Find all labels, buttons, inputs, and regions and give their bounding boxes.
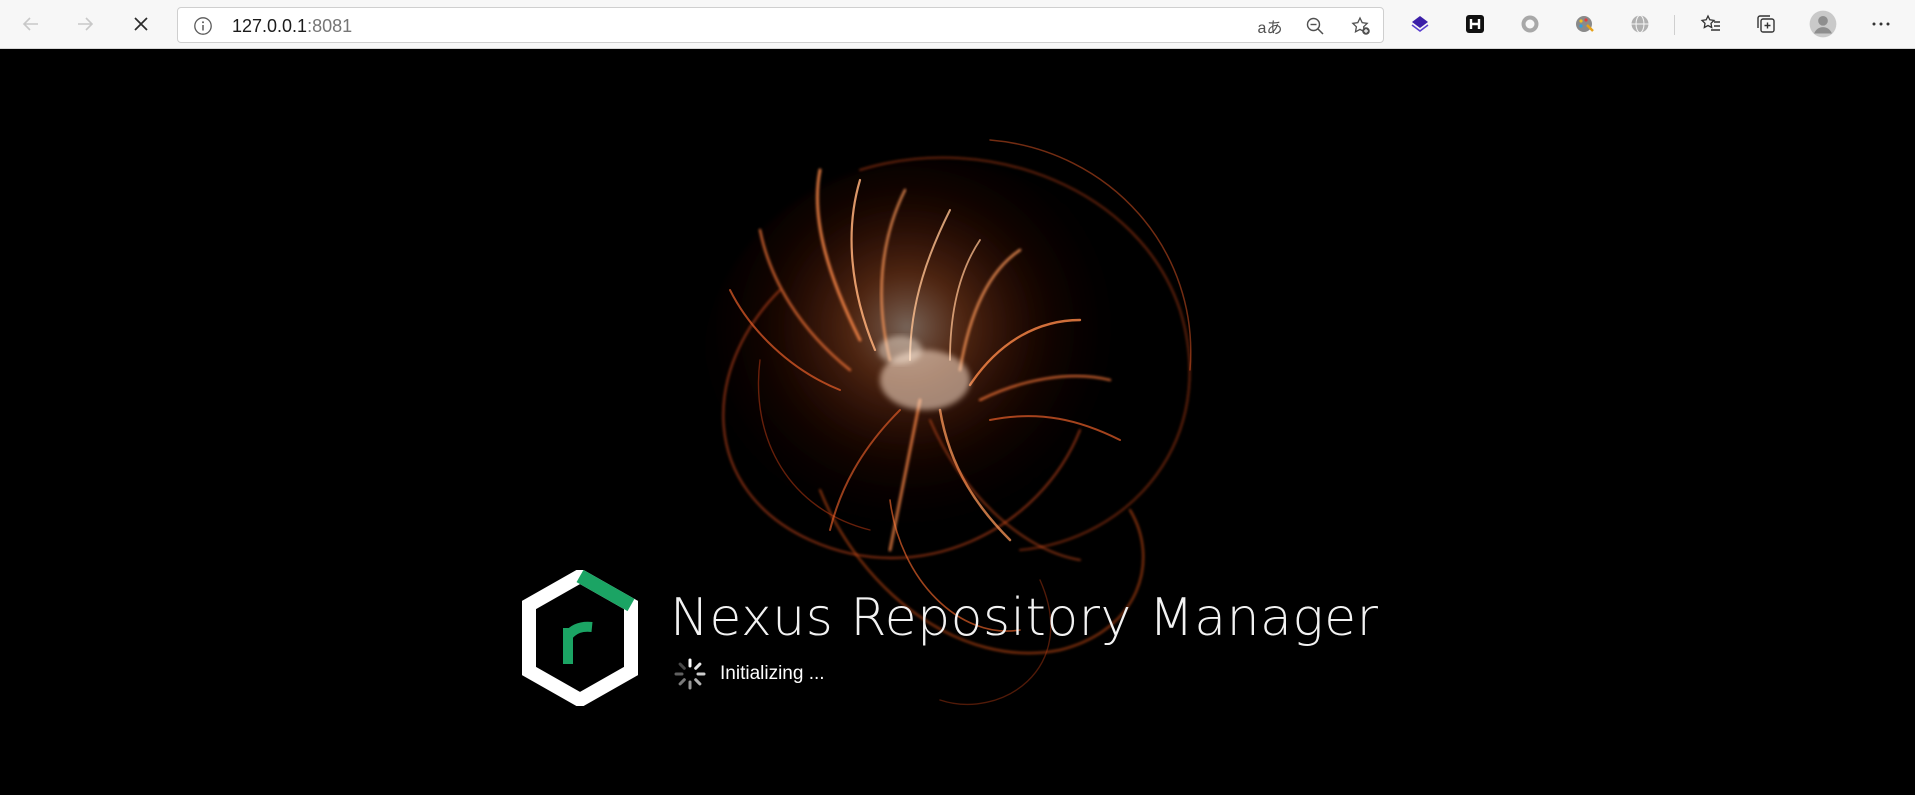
info-icon[interactable] <box>193 16 213 36</box>
product-title: Nexus Repository Manager <box>670 588 1379 648</box>
read-aloud-glyph: aあ <box>1257 20 1283 37</box>
more-icon <box>1872 22 1890 26</box>
palette-icon <box>1576 16 1594 32</box>
collections-icon <box>1757 15 1775 33</box>
zoom-out-button[interactable] <box>1302 14 1328 38</box>
forward-arrow-icon <box>78 17 94 31</box>
read-aloud-icon[interactable]: aあ <box>1257 14 1283 38</box>
favorites-icon <box>1700 14 1720 31</box>
address-bar[interactable]: 127.0.0.1:8081 aあ <box>177 7 1384 43</box>
circle-extension-icon[interactable] <box>1515 9 1545 39</box>
h-badge-icon <box>1466 15 1484 33</box>
url-host: 127.0.0.1 <box>232 16 308 36</box>
add-favorite-icon <box>1351 16 1370 35</box>
h-extension-icon[interactable] <box>1460 9 1490 39</box>
loading-spinner-icon <box>674 658 706 690</box>
browser-toolbar: 127.0.0.1:8081 aあ <box>0 0 1915 49</box>
toolbar-separator <box>1674 15 1675 35</box>
layers-icon <box>1411 16 1429 32</box>
add-favorite-button[interactable] <box>1348 14 1374 38</box>
color-picker-extension-icon[interactable] <box>1570 9 1600 39</box>
layers-extension-icon[interactable] <box>1405 9 1435 39</box>
zoom-out-icon <box>1306 17 1324 35</box>
back-arrow-icon <box>22 17 38 31</box>
ring-icon <box>1521 15 1539 33</box>
profile-button[interactable] <box>1808 9 1838 39</box>
page-viewport: r Nexus Repository Manager Initializing … <box>0 50 1915 795</box>
url-port: :8081 <box>307 16 353 36</box>
profile-avatar-icon <box>1809 10 1837 38</box>
favorites-button[interactable] <box>1696 9 1726 39</box>
url-text[interactable]: 127.0.0.1:8081 <box>232 17 352 35</box>
close-icon <box>134 17 148 31</box>
globe-icon <box>1631 15 1649 33</box>
stop-loading-button[interactable] <box>124 8 158 40</box>
nexus-logo-icon <box>522 570 638 706</box>
forward-button[interactable] <box>68 8 102 40</box>
settings-menu-button[interactable] <box>1866 9 1896 39</box>
back-button[interactable] <box>14 8 48 40</box>
globe-extension-icon[interactable] <box>1625 9 1655 39</box>
collections-button[interactable] <box>1751 9 1781 39</box>
loading-status-text: Initializing ... <box>720 663 825 684</box>
